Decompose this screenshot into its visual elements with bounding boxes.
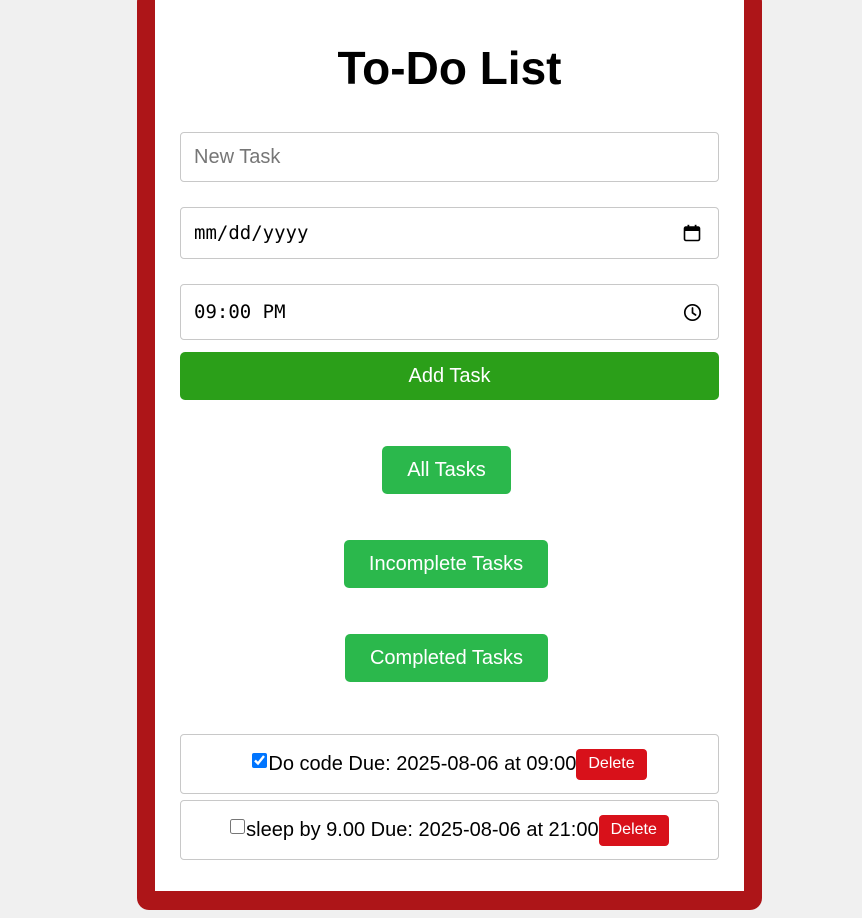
delete-button[interactable]: Delete xyxy=(576,748,647,780)
completed-tasks-button[interactable]: Completed Tasks xyxy=(345,634,548,682)
task-checkbox[interactable] xyxy=(252,752,268,768)
todo-card: To-Do List mm/dd/yyyy 09:00 PM Add Task … xyxy=(155,0,744,891)
task-text: sleep by 9.00 Due: 2025-08-06 at 21:00 xyxy=(246,818,599,841)
page-title: To-Do List xyxy=(337,42,562,94)
task-input[interactable] xyxy=(181,133,718,181)
task-input-box[interactable] xyxy=(180,132,719,182)
time-input[interactable]: 09:00 PM xyxy=(180,284,719,340)
task-item: sleep by 9.00 Due: 2025-08-06 at 21:00 D… xyxy=(180,800,719,860)
add-task-button[interactable]: Add Task xyxy=(180,352,719,400)
incomplete-tasks-button[interactable]: Incomplete Tasks xyxy=(344,540,548,588)
calendar-icon[interactable] xyxy=(682,223,702,243)
task-text: Do code Due: 2025-08-06 at 09:00 xyxy=(268,752,577,775)
date-input[interactable]: mm/dd/yyyy xyxy=(180,207,719,259)
clock-icon[interactable] xyxy=(682,302,702,322)
all-tasks-button[interactable]: All Tasks xyxy=(382,446,511,494)
delete-button[interactable]: Delete xyxy=(598,814,669,846)
date-input-value: mm/dd/yyyy xyxy=(194,222,309,244)
task-checkbox[interactable] xyxy=(230,818,246,834)
task-item: Do code Due: 2025-08-06 at 09:00 Delete xyxy=(180,734,719,794)
time-input-value: 09:00 PM xyxy=(194,301,286,323)
